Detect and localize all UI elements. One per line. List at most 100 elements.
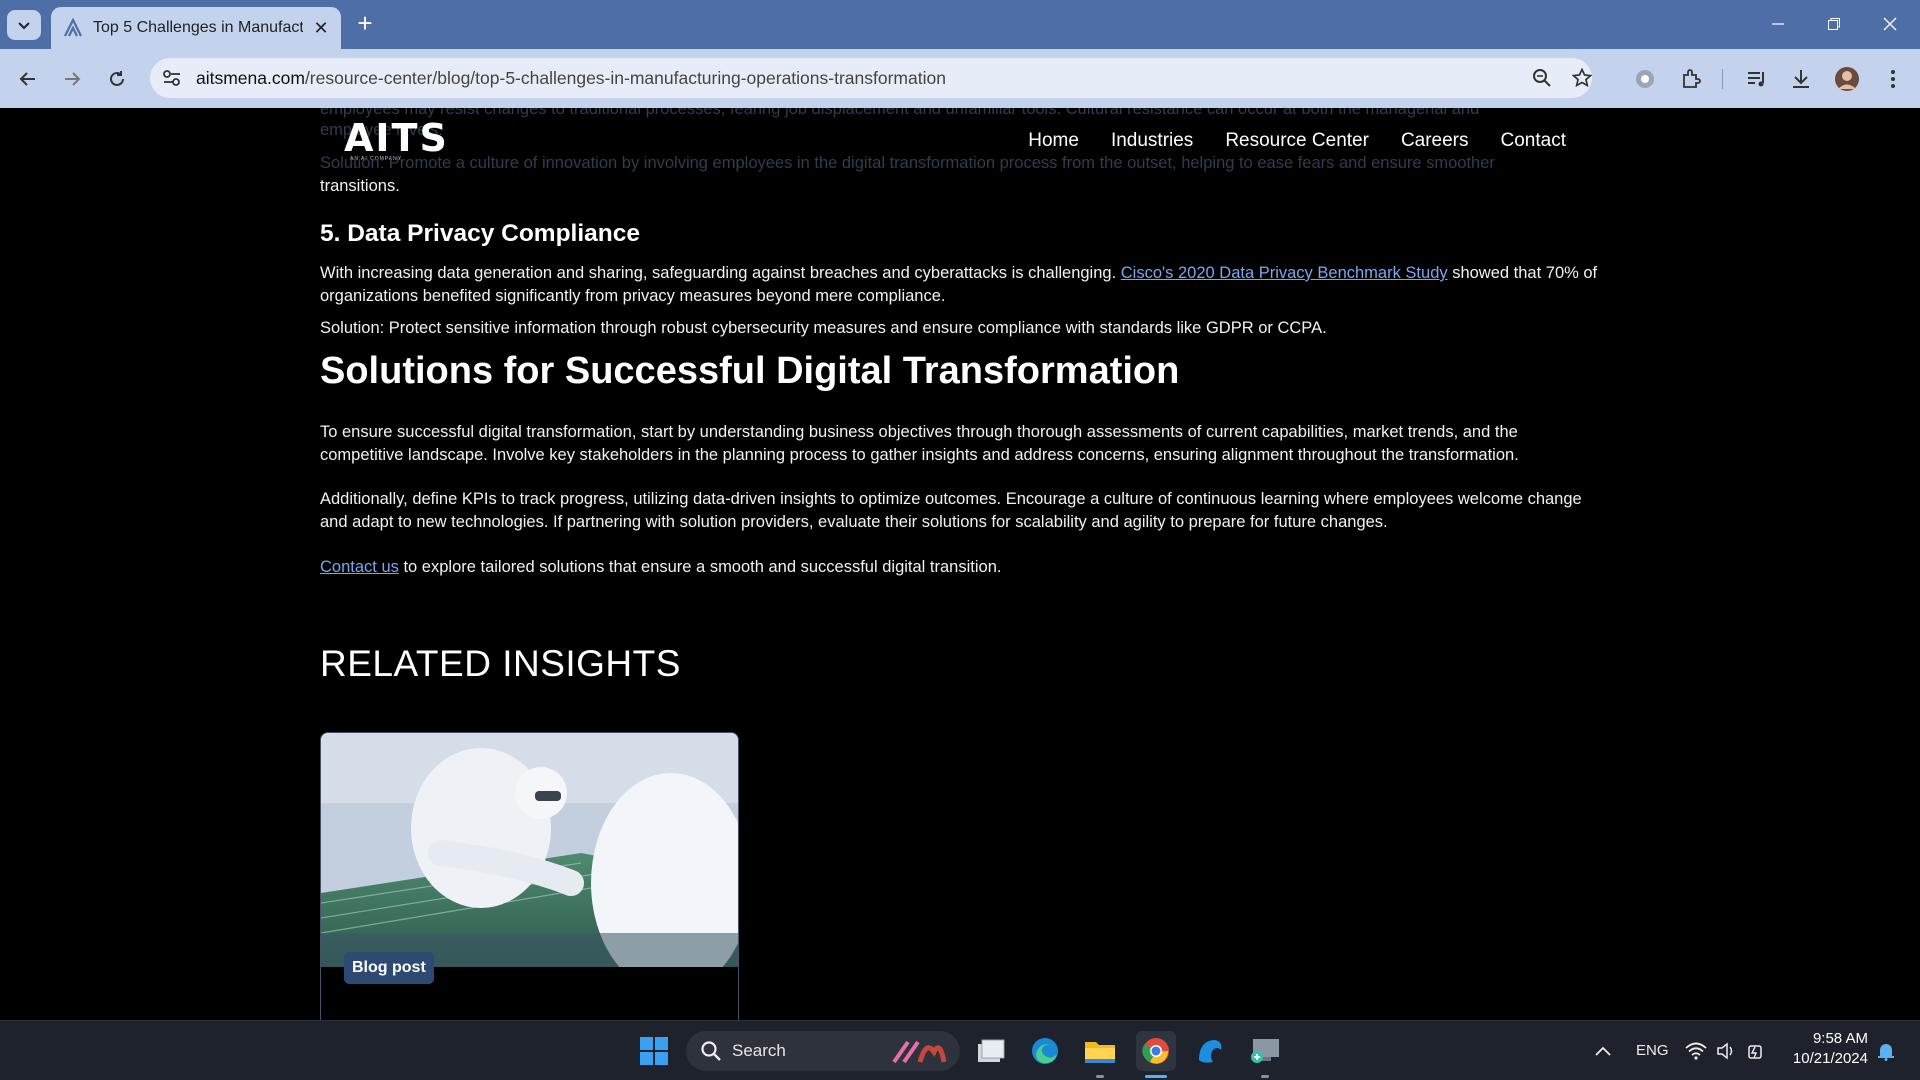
windows-taskbar: Search ENG 9:58 AM 10/21/2024 xyxy=(0,1020,1920,1080)
downloads-button[interactable] xyxy=(1786,64,1816,94)
clock-time: 9:58 AM xyxy=(1812,1030,1868,1047)
nav-contact[interactable]: Contact xyxy=(1501,130,1566,152)
taskbar-search-label: Search xyxy=(732,1041,786,1060)
browser-tab-bar: Top 5 Challenges in Manufactu ✕ + xyxy=(0,0,1920,49)
system-clock[interactable]: 9:58 AM 10/21/2024 xyxy=(1786,1029,1868,1069)
browser-toolbar: aitsmena.com/resource-center/blog/top-5-… xyxy=(0,49,1920,108)
url-host: aitsmena.com xyxy=(196,68,305,88)
url-text: aitsmena.com/resource-center/blog/top-5-… xyxy=(196,58,946,98)
address-bar[interactable]: aitsmena.com/resource-center/blog/top-5-… xyxy=(150,58,1592,98)
active-app-indicator xyxy=(1145,1075,1167,1078)
main-nav: Home Industries Resource Center Careers … xyxy=(1028,130,1566,152)
arrow-right-icon xyxy=(65,72,81,86)
running-app-indicator xyxy=(1261,1075,1269,1078)
edge-icon xyxy=(1032,1038,1058,1064)
bookmark-star-icon[interactable] xyxy=(1572,68,1592,88)
search-icon xyxy=(701,1041,721,1061)
close-window-button[interactable] xyxy=(1862,8,1918,40)
paragraph-solutions-2: Additionally, define KPIs to track progr… xyxy=(320,490,1582,531)
paragraph-text: With increasing data generation and shar… xyxy=(320,264,1121,282)
new-tab-button[interactable]: + xyxy=(352,10,378,37)
clock-date: 10/21/2024 xyxy=(1792,1050,1868,1067)
blue-bird-icon xyxy=(1199,1040,1222,1063)
edge-app[interactable] xyxy=(1025,1031,1065,1071)
cisco-study-link[interactable]: Cisco's 2020 Data Privacy Benchmark Stud… xyxy=(1121,264,1448,282)
remote-desktop-icon xyxy=(1251,1039,1279,1063)
paragraph-data-privacy: With increasing data generation and shar… xyxy=(320,262,1602,308)
speaker-icon xyxy=(1717,1042,1733,1060)
web-page: employees may resist changes to traditio… xyxy=(0,108,1920,1020)
language-indicator[interactable]: ENG xyxy=(1636,1042,1669,1059)
more-vertical-icon xyxy=(1891,70,1895,88)
minimize-button[interactable] xyxy=(1750,8,1806,40)
faded-solution-text: Solution: Promote a culture of innovatio… xyxy=(320,154,1495,172)
restore-button[interactable] xyxy=(1806,8,1862,40)
section-heading-data-privacy: 5. Data Privacy Compliance xyxy=(320,220,641,247)
taskbar-search[interactable]: Search xyxy=(686,1031,960,1071)
zoom-icon[interactable] xyxy=(1532,68,1552,88)
related-insights-heading: RELATED INSIGHTS xyxy=(320,643,681,684)
search-highlight-icon xyxy=(892,1040,947,1064)
tab-title: Top 5 Challenges in Manufactu xyxy=(93,19,303,36)
card-image xyxy=(321,733,738,993)
windows-logo-icon xyxy=(640,1037,668,1065)
nav-industries[interactable]: Industries xyxy=(1111,130,1193,152)
playlist-icon xyxy=(1748,72,1764,87)
chrome-icon xyxy=(1142,1038,1169,1064)
wifi-icon xyxy=(1685,1042,1707,1060)
bell-icon xyxy=(1878,1044,1894,1061)
tab-search-button[interactable] xyxy=(7,10,41,40)
url-path: /resource-center/blog/top-5-challenges-i… xyxy=(304,68,946,88)
chevron-up-icon xyxy=(1595,1046,1611,1056)
arrow-left-icon xyxy=(19,72,35,86)
contact-us-link[interactable]: Contact us xyxy=(320,558,399,576)
browser-tab[interactable]: Top 5 Challenges in Manufactu ✕ xyxy=(51,7,341,49)
notifications-button[interactable] xyxy=(1866,1031,1906,1071)
site-favicon-icon xyxy=(64,18,82,37)
site-info-icon[interactable] xyxy=(162,69,182,87)
solution-4-end: transitions. xyxy=(320,177,400,195)
close-icon xyxy=(1883,17,1897,31)
folder-icon xyxy=(1085,1042,1115,1063)
extension-button[interactable] xyxy=(1630,64,1660,94)
avatar-icon xyxy=(1835,67,1859,91)
contact-paragraph: Contact us to explore tailored solutions… xyxy=(320,556,1602,579)
nav-home[interactable]: Home xyxy=(1028,130,1079,152)
puzzle-icon xyxy=(1683,69,1701,88)
reload-icon xyxy=(110,71,124,86)
chevron-down-icon xyxy=(18,22,30,30)
battery-status[interactable] xyxy=(1736,1031,1776,1071)
file-explorer-app[interactable] xyxy=(1080,1031,1120,1071)
restore-icon xyxy=(1828,18,1840,30)
reload-button[interactable] xyxy=(102,64,132,94)
contact-paragraph-text: to explore tailored solutions that ensur… xyxy=(398,558,1002,576)
download-icon xyxy=(1793,70,1809,88)
extensions-button[interactable] xyxy=(1676,64,1706,94)
solution-5: Solution: Protect sensitive information … xyxy=(320,319,1327,337)
tab-close-icon[interactable]: ✕ xyxy=(311,18,331,39)
blog-post-badge: Blog post xyxy=(344,952,434,984)
app-bird[interactable] xyxy=(1190,1031,1230,1071)
show-hidden-icons[interactable] xyxy=(1583,1031,1623,1071)
solutions-heading: Solutions for Successful Digital Transfo… xyxy=(320,350,1180,392)
battery-charging-icon xyxy=(1748,1045,1762,1059)
task-view-icon xyxy=(978,1039,1005,1062)
running-app-indicator xyxy=(1096,1075,1104,1078)
chrome-app[interactable] xyxy=(1136,1031,1176,1071)
forward-button[interactable] xyxy=(57,64,87,94)
browser-menu-button[interactable] xyxy=(1878,64,1908,94)
task-view-button[interactable] xyxy=(971,1031,1011,1071)
related-insight-card[interactable]: Blog post xyxy=(320,732,739,1020)
paragraph-solutions-1: To ensure successful digital transformat… xyxy=(320,423,1519,464)
extension-circle-icon xyxy=(1636,70,1654,88)
app-connect[interactable] xyxy=(1245,1031,1285,1071)
back-button[interactable] xyxy=(13,64,43,94)
cleanroom-worker-image xyxy=(321,733,738,993)
nav-careers[interactable]: Careers xyxy=(1401,130,1469,152)
toolbar-divider xyxy=(1722,69,1723,89)
minimize-icon xyxy=(1772,23,1784,25)
profile-avatar[interactable] xyxy=(1832,64,1862,94)
nav-resource-center[interactable]: Resource Center xyxy=(1225,130,1369,152)
start-button[interactable] xyxy=(634,1031,674,1071)
media-control-button[interactable] xyxy=(1742,64,1772,94)
